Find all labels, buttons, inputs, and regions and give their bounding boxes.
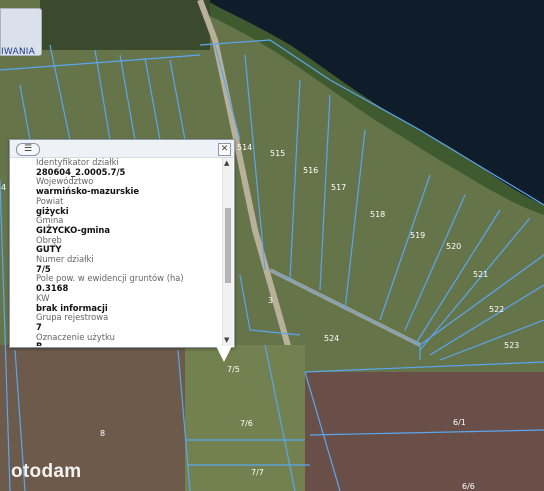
field-value: GIŻYCKO-gmina: [36, 224, 111, 235]
parcel-label: 522: [489, 305, 504, 314]
parcel-label: 520: [446, 242, 461, 251]
parcel-label: 517: [331, 183, 346, 192]
field-value: giżycki: [36, 205, 69, 216]
field-value: R: [36, 342, 221, 346]
tree-area: [40, 0, 210, 50]
parcel-label: 519: [410, 231, 425, 240]
parcel-label: 4: [1, 183, 6, 192]
field-value: warmińsko-mazurskie: [36, 186, 140, 197]
field-label: Oznaczenie użytku: [36, 331, 115, 342]
popup-pointer: [216, 346, 232, 362]
field-value: 0.3168: [36, 283, 69, 294]
scroll-down-icon[interactable]: ▼: [224, 337, 229, 344]
watermark-logo: otodam: [11, 461, 82, 482]
parcel-label: 6/6: [462, 482, 475, 491]
popup-scrollbar[interactable]: ▲ ▼: [222, 158, 233, 346]
scroll-up-icon[interactable]: ▲: [224, 160, 229, 167]
popup-body: Identyfikator działki 280604_2.0005.7/5 …: [10, 158, 221, 346]
plowed-field: [305, 372, 544, 491]
field-label: Obręb: [36, 234, 62, 245]
map-toolbar[interactable]: IWANIA: [0, 8, 42, 57]
parcel-label: 518: [370, 210, 385, 219]
toolbar-label[interactable]: IWANIA: [1, 47, 35, 57]
parcel-label: 7/5: [227, 365, 240, 374]
meadow: [185, 345, 305, 491]
parcel-label: 521: [473, 270, 488, 279]
parcel-label: 514: [237, 143, 252, 152]
field-label: Grupa rejestrowa: [36, 312, 109, 323]
scroll-thumb[interactable]: [225, 208, 231, 283]
parcel-label: 3: [268, 296, 273, 305]
parcel-label: 8: [100, 429, 105, 438]
popup-header: ☰ ✕: [10, 140, 234, 158]
parcel-label: 6/1: [453, 418, 466, 427]
parcel-label: 7/7: [251, 468, 264, 477]
parcel-label: 516: [303, 166, 318, 175]
close-icon[interactable]: ✕: [218, 143, 231, 156]
list-icon[interactable]: ☰: [16, 143, 40, 156]
parcel-label: 523: [504, 341, 519, 350]
parcel-label: 7/6: [240, 419, 253, 428]
parcel-label: 524: [324, 334, 339, 343]
parcel-label: 515: [270, 149, 285, 158]
field-label: Numer działki: [36, 254, 94, 265]
parcel-info-popup: ☰ ✕ Identyfikator działki 280604_2.0005.…: [9, 139, 235, 348]
